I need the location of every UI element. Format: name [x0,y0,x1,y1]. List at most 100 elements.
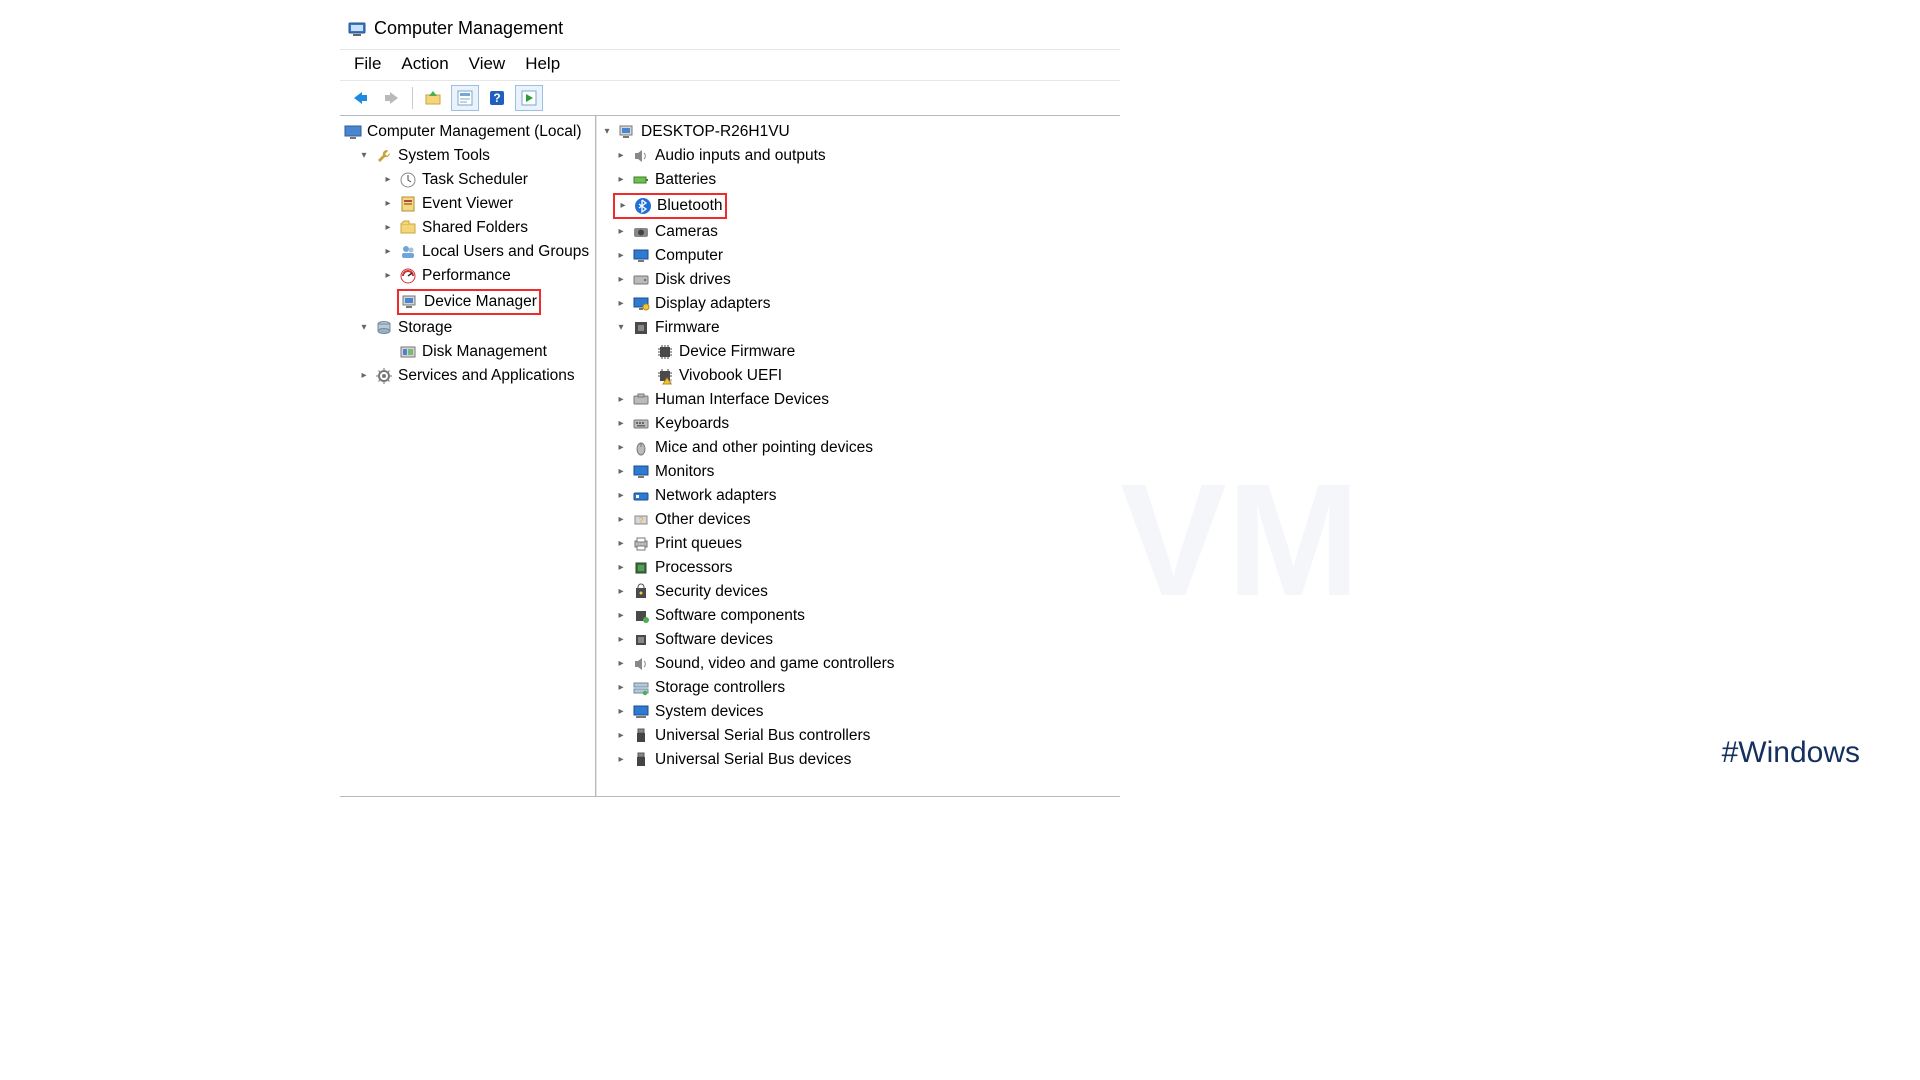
device-category-batteries[interactable]: ▸Batteries [599,168,1118,192]
chevron-right-icon[interactable]: ▸ [382,246,394,258]
device-category-storage-controllers[interactable]: ▸ Storage controllers [599,676,1118,700]
properties-button[interactable] [451,85,479,111]
chevron-right-icon[interactable]: ▸ [615,394,627,406]
left-services[interactable]: ▸ Services and Applications [342,364,593,388]
device-item-device-firmware[interactable]: ▸Device Firmware [599,340,1118,364]
performance-label: Performance [422,265,511,287]
menu-action[interactable]: Action [401,54,448,74]
monitor-icon [632,463,650,481]
menu-help[interactable]: Help [525,54,560,74]
refresh-button[interactable] [515,85,543,111]
chevron-right-icon[interactable]: ▸ [382,198,394,210]
device-category-mice-and-other-pointing-devices[interactable]: ▸ Mice and other pointing devices [599,436,1118,460]
device-category-display-adapters[interactable]: ▸ Display adapters [599,292,1118,316]
device-category-sound-video-and-game-controllers[interactable]: ▸Sound, video and game controllers [599,652,1118,676]
device-category-label: System devices [655,701,764,723]
device-manager-label: Device Manager [424,291,537,313]
left-root[interactable]: Computer Management (Local) [342,120,593,144]
chevron-right-icon[interactable]: ▸ [615,730,627,742]
forward-button[interactable] [378,85,406,111]
chevron-right-icon[interactable]: ▸ [615,658,627,670]
left-performance[interactable]: ▸ Performance [342,264,593,288]
right-root[interactable]: ▾ DESKTOP-R26H1VU [599,120,1118,144]
left-event-viewer[interactable]: ▸ Event Viewer [342,192,593,216]
chevron-right-icon[interactable]: ▸ [615,174,627,186]
device-category-software-components[interactable]: ▸Software components [599,604,1118,628]
device-category-processors[interactable]: ▸ Processors [599,556,1118,580]
menu-file[interactable]: File [354,54,381,74]
device-category-label: Storage controllers [655,677,785,699]
left-system-tools[interactable]: ▾ System Tools [342,144,593,168]
shared-folders-label: Shared Folders [422,217,528,239]
device-category-audio-inputs-and-outputs[interactable]: ▸ Audio inputs and outputs [599,144,1118,168]
left-task-scheduler[interactable]: ▸ Task Scheduler [342,168,593,192]
device-category-other-devices[interactable]: ▸?Other devices [599,508,1118,532]
device-item-vivobook-uefi[interactable]: ▸!Vivobook UEFI [599,364,1118,388]
device-category-label: Human Interface Devices [655,389,829,411]
chevron-down-icon[interactable]: ▾ [615,322,627,334]
device-category-label: Cameras [655,221,718,243]
up-button[interactable] [419,85,447,111]
device-category-computer[interactable]: ▸Computer [599,244,1118,268]
device-category-universal-serial-bus-devices[interactable]: ▸Universal Serial Bus devices [599,748,1118,772]
chevron-right-icon[interactable]: ▸ [615,610,627,622]
device-category-keyboards[interactable]: ▸Keyboards [599,412,1118,436]
cpu-icon [632,559,650,577]
chevron-right-icon[interactable]: ▸ [615,682,627,694]
right-tree-pane: ▾ DESKTOP-R26H1VU ▸ Audio inputs and outp… [596,116,1120,796]
chevron-right-icon[interactable]: ▸ [615,514,627,526]
back-button[interactable] [346,85,374,111]
chevron-right-icon[interactable]: ▸ [617,200,629,212]
device-category-label: Display adapters [655,293,770,315]
help-button[interactable]: ? [483,85,511,111]
chevron-right-icon[interactable]: ▸ [615,150,627,162]
left-storage[interactable]: ▾ Storage [342,316,593,340]
chevron-right-icon[interactable]: ▸ [615,706,627,718]
chevron-down-icon[interactable]: ▾ [358,322,370,334]
device-category-label: Audio inputs and outputs [655,145,826,167]
chevron-down-icon[interactable]: ▾ [601,126,613,138]
chevron-right-icon[interactable]: ▸ [615,538,627,550]
chevron-right-icon[interactable]: ▸ [382,222,394,234]
device-category-software-devices[interactable]: ▸Software devices [599,628,1118,652]
chevron-right-icon[interactable]: ▸ [615,442,627,454]
chevron-down-icon[interactable]: ▾ [358,150,370,162]
device-category-monitors[interactable]: ▸Monitors [599,460,1118,484]
device-category-security-devices[interactable]: ▸Security devices [599,580,1118,604]
chevron-right-icon[interactable]: ▸ [615,562,627,574]
device-category-print-queues[interactable]: ▸Print queues [599,532,1118,556]
chevron-right-icon[interactable]: ▸ [615,298,627,310]
device-category-disk-drives[interactable]: ▸Disk drives [599,268,1118,292]
chevron-right-icon[interactable]: ▸ [615,250,627,262]
left-local-users[interactable]: ▸ Local Users and Groups [342,240,593,264]
device-category-firmware[interactable]: ▾Firmware [599,316,1118,340]
device-category-system-devices[interactable]: ▸ System devices [599,700,1118,724]
chevron-right-icon[interactable]: ▸ [615,274,627,286]
left-disk-management[interactable]: ▸ Disk Management [342,340,593,364]
device-category-universal-serial-bus-controllers[interactable]: ▸Universal Serial Bus controllers [599,724,1118,748]
chevron-right-icon[interactable]: ▸ [382,174,394,186]
device-category-label: Mice and other pointing devices [655,437,873,459]
chevron-right-icon[interactable]: ▸ [615,466,627,478]
chevron-right-icon[interactable]: ▸ [615,490,627,502]
computer-icon [618,123,636,141]
device-category-network-adapters[interactable]: ▸Network adapters [599,484,1118,508]
device-category-label: Processors [655,557,733,579]
camera-icon [632,223,650,241]
chevron-right-icon[interactable]: ▸ [615,586,627,598]
chevron-right-icon[interactable]: ▸ [615,634,627,646]
device-category-bluetooth[interactable]: ▸Bluetooth [599,192,1118,220]
toolbar-separator [412,87,413,109]
device-category-human-interface-devices[interactable]: ▸ Human Interface Devices [599,388,1118,412]
chevron-right-icon[interactable]: ▸ [358,370,370,382]
chevron-right-icon[interactable]: ▸ [615,418,627,430]
clock-icon [399,171,417,189]
left-shared-folders[interactable]: ▸ Shared Folders [342,216,593,240]
left-device-manager[interactable]: ▸ Device Manager [342,288,593,316]
chevron-right-icon[interactable]: ▸ [382,270,394,282]
chevron-right-icon[interactable]: ▸ [615,226,627,238]
chevron-right-icon[interactable]: ▸ [615,754,627,766]
battery-icon [632,171,650,189]
device-category-cameras[interactable]: ▸ Cameras [599,220,1118,244]
menu-view[interactable]: View [469,54,506,74]
